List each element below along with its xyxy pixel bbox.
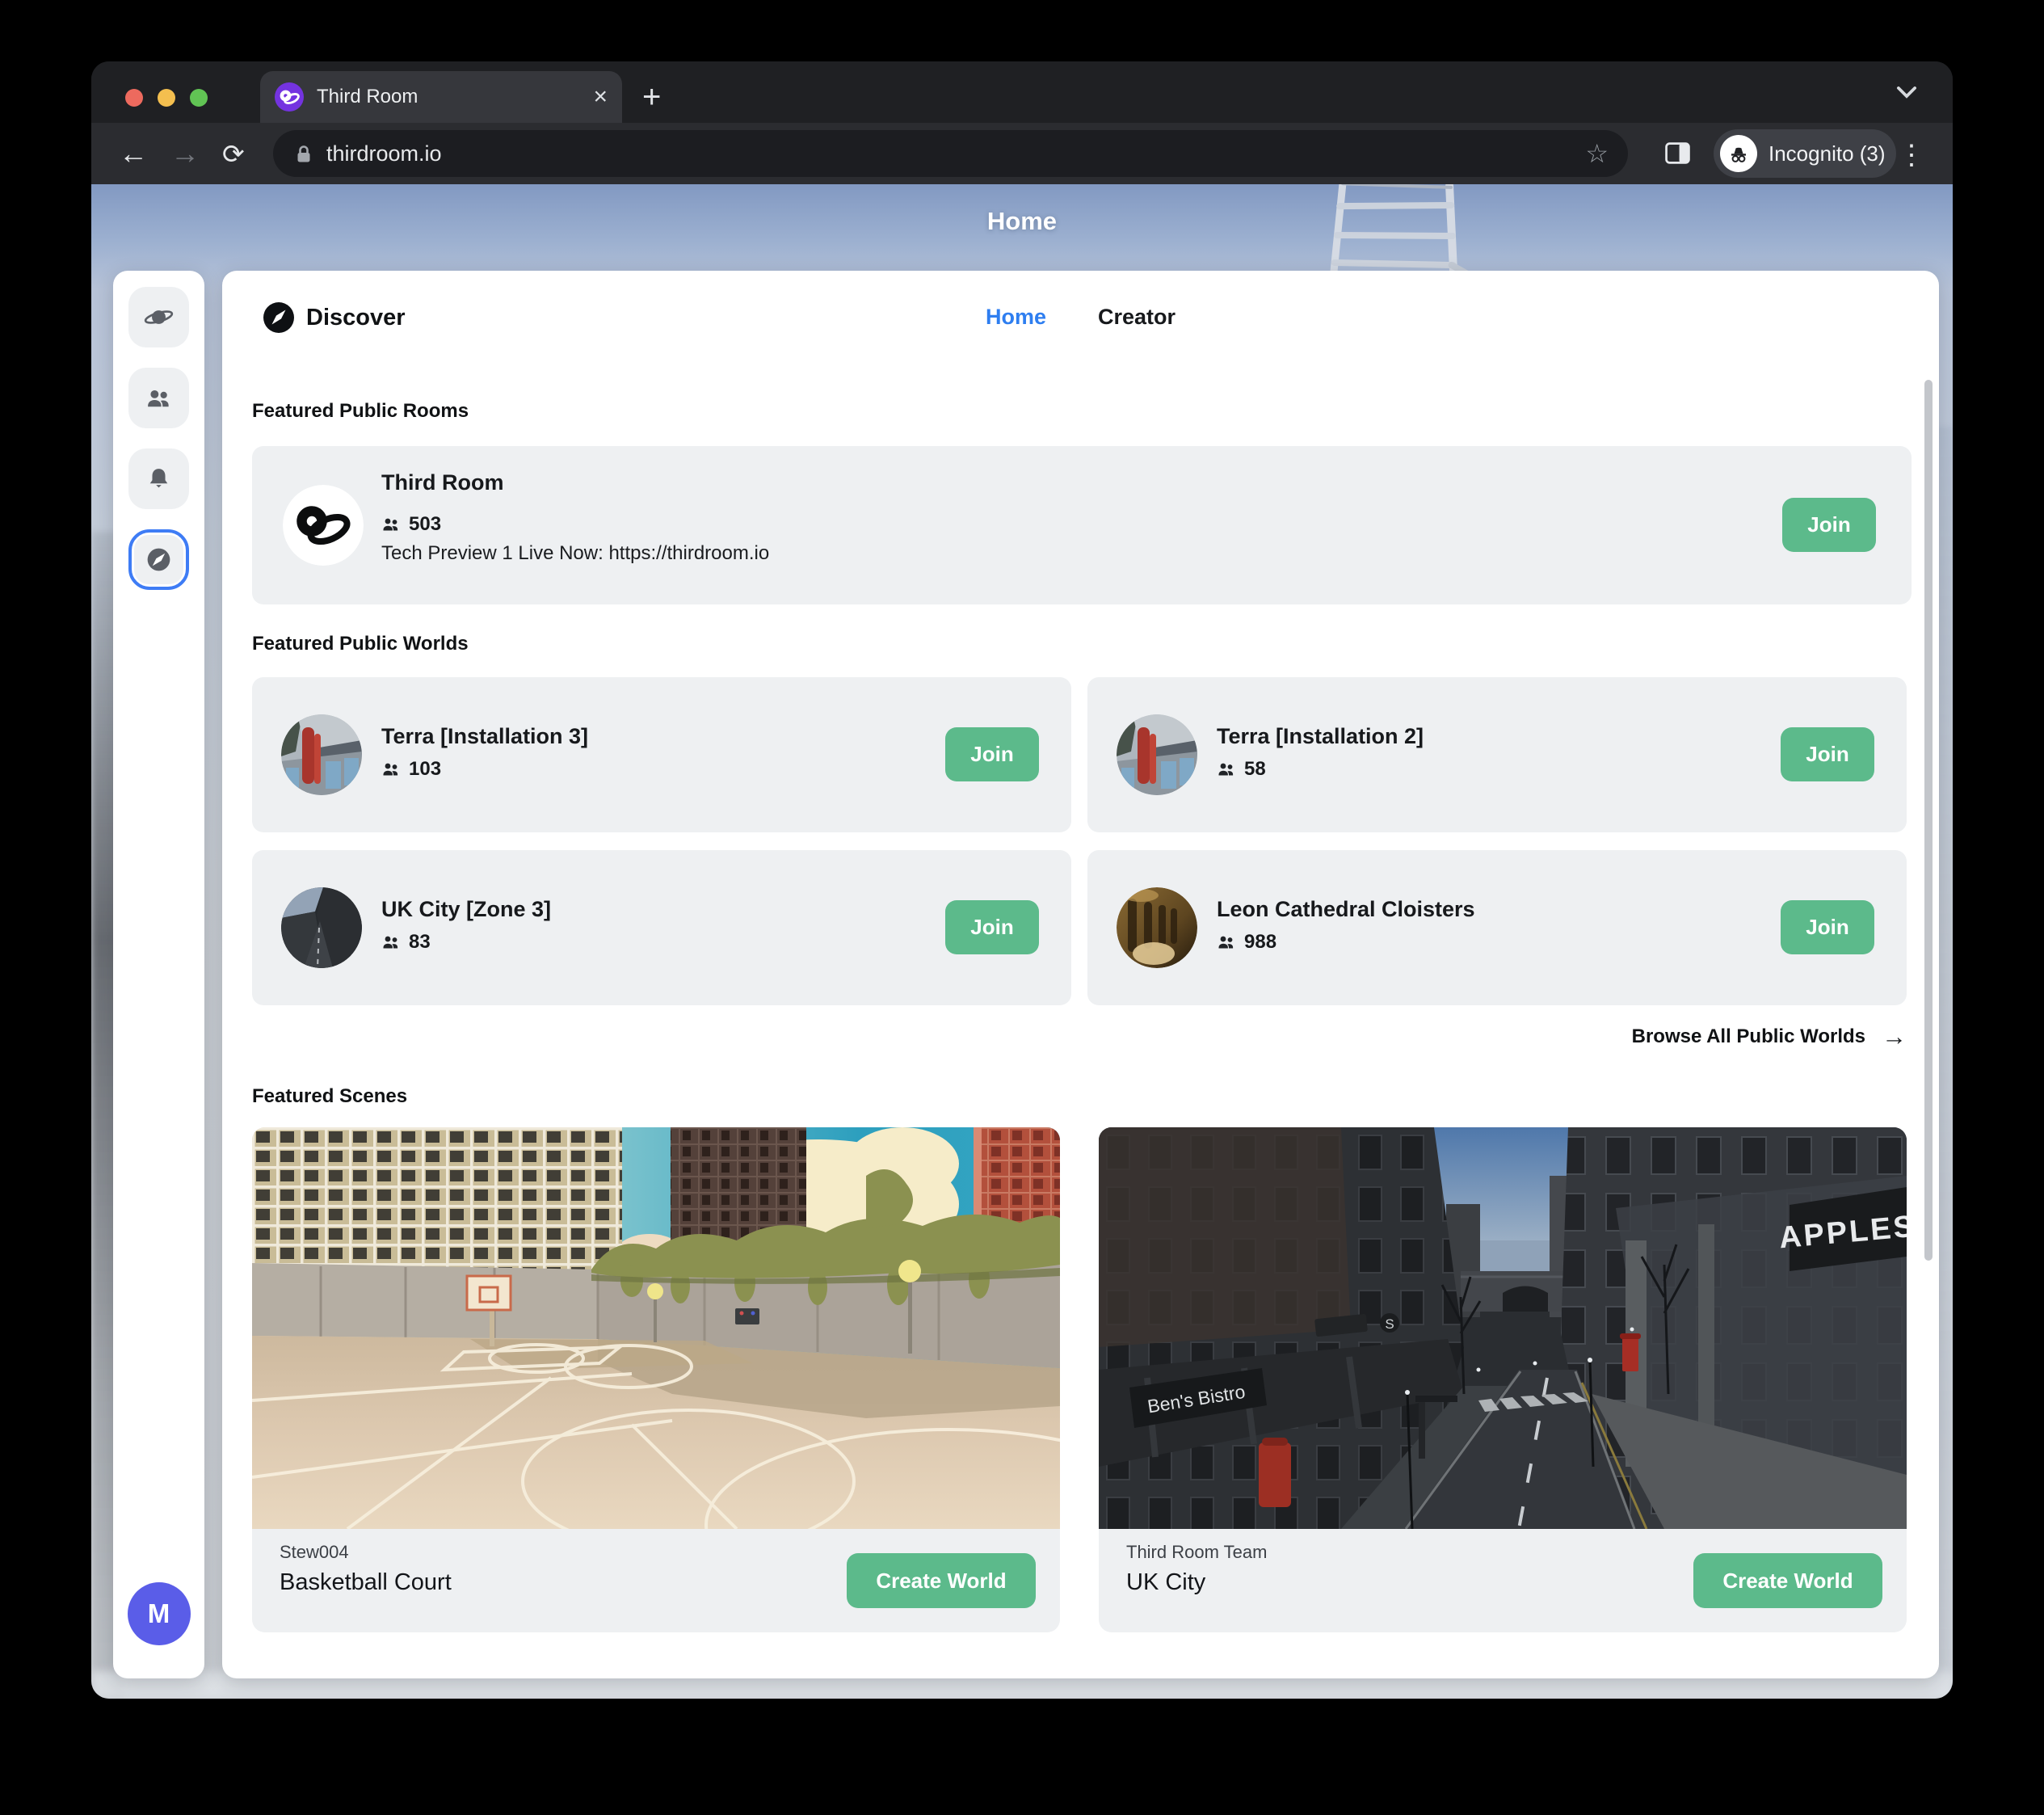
world-title: Leon Cathedral Cloisters — [1217, 897, 1475, 922]
browser-menu-icon[interactable]: ⋮ — [1898, 139, 1925, 171]
scene-card: APPLES Ben's Bistro S — [1099, 1127, 1907, 1632]
members-icon — [381, 516, 401, 533]
world-members: 103 — [381, 758, 441, 781]
world-avatar — [281, 714, 362, 795]
scenes-heading: Featured Scenes — [252, 1085, 407, 1108]
bookmark-star-icon[interactable]: ☆ — [1585, 138, 1609, 169]
browser-toolbar: ← → ⟳ thirdroom.io ☆ — [91, 123, 1953, 184]
incognito-badge[interactable]: Incognito (3) — [1714, 129, 1896, 178]
tab-creator[interactable]: Creator — [1098, 305, 1176, 330]
scene-author: Third Room Team — [1126, 1542, 1267, 1563]
url-text: thirdroom.io — [326, 141, 1585, 166]
scene-author: Stew004 — [280, 1542, 349, 1563]
address-bar[interactable]: thirdroom.io ☆ — [273, 130, 1628, 177]
room-card: Third Room 503 Tech Preview 1 Live Now: … — [252, 446, 1912, 604]
forward-button[interactable]: → — [170, 139, 200, 168]
sidebar-item-notifications[interactable] — [128, 448, 189, 509]
people-icon — [144, 383, 174, 413]
worlds-heading: Featured Public Worlds — [252, 633, 469, 655]
members-icon — [381, 761, 401, 777]
reload-button[interactable]: ⟳ — [222, 141, 245, 167]
lock-icon — [292, 142, 315, 165]
world-members: 58 — [1217, 758, 1266, 781]
room-description: Tech Preview 1 Live Now: https://thirdro… — [381, 542, 769, 565]
incognito-label: Incognito (3) — [1769, 141, 1886, 166]
user-avatar[interactable]: M — [128, 1582, 191, 1645]
browse-all-link[interactable]: Browse All Public Worlds → — [1632, 1022, 1907, 1051]
world-members-count: 58 — [1244, 758, 1266, 781]
scene-title: UK City — [1126, 1569, 1205, 1596]
browse-all-label: Browse All Public Worlds — [1632, 1025, 1865, 1048]
arrow-right-icon: → — [1882, 1022, 1907, 1051]
page-content: Home — [91, 184, 1953, 1699]
create-world-button[interactable]: Create World — [1693, 1553, 1882, 1608]
new-tab-button[interactable]: + — [642, 79, 661, 116]
scene-card: Stew004 Basketball Court Create World — [252, 1127, 1060, 1632]
tab-title: Third Room — [317, 86, 593, 108]
world-members: 83 — [381, 931, 431, 954]
traffic-minimize-button[interactable] — [158, 89, 175, 107]
side-panel-icon[interactable] — [1665, 142, 1690, 164]
browser-window: Third Room × + ← → ⟳ thirdroom.io ☆ — [91, 61, 1953, 1699]
room-title: Third Room — [381, 470, 503, 495]
room-members: 503 — [381, 513, 441, 536]
screen: Third Room × + ← → ⟳ thirdroom.io ☆ — [0, 0, 2044, 1815]
scene-image-basketball-court — [252, 1127, 1060, 1529]
scene-title: Basketball Court — [280, 1569, 452, 1596]
tab-home[interactable]: Home — [986, 305, 1046, 330]
tab-favicon-third-room-icon — [275, 82, 304, 112]
join-button[interactable]: Join — [945, 900, 1039, 954]
sidebar: M — [113, 271, 204, 1678]
scrollbar-thumb[interactable] — [1924, 380, 1933, 1261]
sidebar-item-worlds[interactable] — [128, 287, 189, 347]
members-icon — [1217, 934, 1236, 950]
main-panel: Discover Home Creator Featured Public Ro… — [222, 271, 1939, 1678]
third-room-logo-icon — [283, 485, 364, 566]
join-button[interactable]: Join — [1781, 900, 1874, 954]
world-card: UK City [Zone 3] 83 Join — [252, 850, 1071, 1005]
room-avatar — [283, 485, 364, 566]
tab-close-icon[interactable]: × — [593, 85, 608, 109]
sidebar-item-discover[interactable] — [128, 529, 189, 590]
chevron-down-icon[interactable] — [1896, 86, 1917, 99]
sidebar-item-friends[interactable] — [128, 368, 189, 428]
world-title: UK City [Zone 3] — [381, 897, 551, 922]
room-members-count: 503 — [409, 513, 441, 536]
world-title: Terra [Installation 3] — [381, 724, 588, 749]
discover-tabs: Home Creator — [986, 305, 1176, 330]
page-title: Home — [91, 207, 1953, 236]
world-card: Terra [Installation 3] 103 Join — [252, 677, 1071, 832]
join-button[interactable]: Join — [1782, 498, 1876, 552]
world-members-count: 103 — [409, 758, 441, 781]
compass-icon — [144, 545, 174, 575]
back-button[interactable]: ← — [119, 139, 148, 168]
world-avatar — [281, 887, 362, 968]
world-card: Leon Cathedral Cloisters 988 Join — [1087, 850, 1907, 1005]
traffic-close-button[interactable] — [125, 89, 143, 107]
world-members-count: 988 — [1244, 931, 1276, 954]
join-button[interactable]: Join — [1781, 727, 1874, 781]
world-card: Terra [Installation 2] 58 Join — [1087, 677, 1907, 832]
discover-header: Discover Home Creator — [222, 271, 1939, 364]
discover-compass-icon — [263, 301, 295, 334]
world-title: Terra [Installation 2] — [1217, 724, 1424, 749]
members-icon — [1217, 761, 1236, 777]
tab-bar: Third Room × + — [91, 61, 1953, 123]
world-avatar — [1117, 714, 1197, 795]
browser-tab[interactable]: Third Room × — [260, 71, 622, 123]
join-button[interactable]: Join — [945, 727, 1039, 781]
members-icon — [381, 934, 401, 950]
bell-icon — [144, 464, 174, 494]
traffic-zoom-button[interactable] — [190, 89, 208, 107]
incognito-icon — [1720, 135, 1757, 172]
create-world-button[interactable]: Create World — [847, 1553, 1036, 1608]
discover-title: Discover — [306, 305, 406, 331]
world-members-count: 83 — [409, 931, 431, 954]
rooms-heading: Featured Public Rooms — [252, 400, 469, 423]
svg-text:S: S — [1385, 1316, 1394, 1332]
world-avatar — [1117, 887, 1197, 968]
scene-image-uk-city: APPLES Ben's Bistro S — [1099, 1127, 1907, 1529]
planet-icon — [144, 302, 174, 332]
world-members: 988 — [1217, 931, 1276, 954]
